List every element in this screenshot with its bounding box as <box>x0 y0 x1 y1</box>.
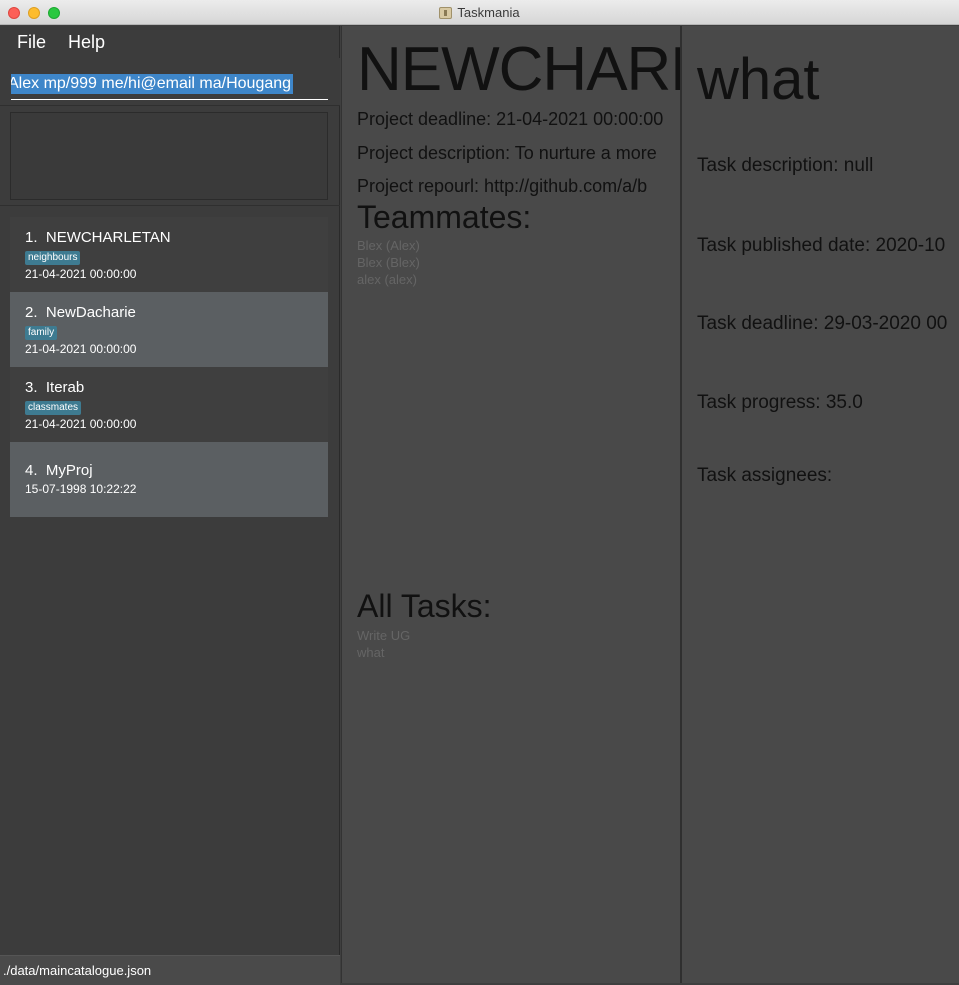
task-detail-published-date: Task published date: 2020-10 <box>697 235 946 256</box>
task-item[interactable]: Write UG <box>357 627 410 644</box>
task-detail-title: what <box>697 47 820 112</box>
project-card-title: 4. MyProj <box>25 462 313 480</box>
command-input[interactable]: Alex mp/999 me/hi@email ma/Hougang <box>11 66 328 100</box>
task-detail-progress: Task progress: 35.0 <box>697 392 863 413</box>
project-deadline: 21-04-2021 00:00:00 <box>25 417 137 431</box>
command-box: Alex mp/999 me/hi@email ma/Hougang <box>0 58 340 106</box>
teammate-item[interactable]: alex (alex) <box>357 271 417 288</box>
teammates-heading: Teammates: <box>357 199 532 235</box>
project-detail-description: Project description: To nurture a more <box>357 143 657 163</box>
project-name: NewDacharie <box>45 304 136 321</box>
project-tag: neighbours <box>25 251 81 265</box>
window-title: Taskmania <box>457 5 520 20</box>
project-card[interactable]: 3. Iterab classmates 21-04-2021 00:00:00 <box>10 367 328 442</box>
window-titlebar: Taskmania <box>0 0 959 25</box>
project-deadline: 21-04-2021 00:00:00 <box>25 267 137 281</box>
all-tasks-heading: All Tasks: <box>357 588 492 624</box>
project-card-title: 3. Iterab <box>25 379 313 397</box>
task-detail-assignees: Task assignees: <box>697 465 833 486</box>
menu-bar: File Help <box>0 26 340 58</box>
project-name: MyProj <box>45 462 93 479</box>
project-tag: family <box>25 326 58 340</box>
project-detail-repourl: Project repourl: http://github.com/a/b <box>357 176 648 196</box>
project-card[interactable]: 1. NEWCHARLETAN neighbours 21-04-2021 00… <box>10 217 328 292</box>
project-card[interactable]: 4. MyProj 15-07-1998 10:22:22 <box>10 442 328 517</box>
project-name: Iterab <box>45 379 85 396</box>
result-display <box>10 112 328 200</box>
command-input-selected-text: Alex mp/999 me/hi@email ma/Hougang <box>11 74 294 94</box>
project-index: 2. <box>25 304 38 321</box>
menu-help[interactable]: Help <box>60 32 113 53</box>
project-index: 1. <box>25 229 38 246</box>
project-list[interactable]: 1. NEWCHARLETAN neighbours 21-04-2021 00… <box>10 217 328 517</box>
project-index: 3. <box>25 379 38 396</box>
project-detail-panel: NEWCHARLETAN Project deadline: 21-04-202… <box>341 26 680 983</box>
teammate-item[interactable]: Blex (Alex) <box>357 237 420 254</box>
teammate-item[interactable]: Blex (Blex) <box>357 254 420 271</box>
project-tag: classmates <box>25 401 82 415</box>
app-icon <box>439 6 453 19</box>
project-index: 4. <box>25 462 38 479</box>
project-detail-title: NEWCHARLETAN <box>357 35 680 104</box>
result-display-wrap <box>0 106 340 206</box>
task-detail-description: Task description: null <box>697 155 874 176</box>
task-detail-deadline: Task deadline: 29-03-2020 00 <box>697 313 948 334</box>
project-card-title: 1. NEWCHARLETAN <box>25 229 313 247</box>
task-detail-panel: what Task description: null Task publish… <box>680 26 959 983</box>
project-detail-deadline: Project deadline: 21-04-2021 00:00:00 <box>357 109 664 129</box>
left-panel: File Help Alex mp/999 me/hi@email ma/Hou… <box>0 26 340 985</box>
project-name: NEWCHARLETAN <box>45 229 171 246</box>
window-title-wrap: Taskmania <box>0 0 959 25</box>
task-item[interactable]: what <box>357 644 384 661</box>
status-bar-path: ./data/maincatalogue.json <box>0 955 340 985</box>
project-deadline: 15-07-1998 10:22:22 <box>25 482 137 496</box>
project-deadline: 21-04-2021 00:00:00 <box>25 342 137 356</box>
project-card-title: 2. NewDacharie <box>25 304 313 322</box>
menu-file[interactable]: File <box>9 32 54 53</box>
project-card[interactable]: 2. NewDacharie family 21-04-2021 00:00:0… <box>10 292 328 367</box>
